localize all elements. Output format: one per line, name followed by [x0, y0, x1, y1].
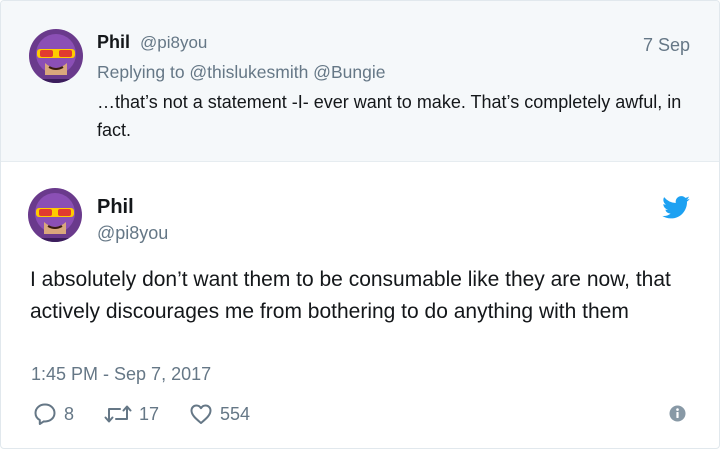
parent-tweet[interactable]: Phil @pi8you 7 Sep Replying to @thisluke…: [1, 1, 719, 162]
tweet-embed-card: Phil @pi8you 7 Sep Replying to @thisluke…: [0, 0, 720, 449]
retweet-count: 17: [139, 403, 160, 424]
reply-count: 8: [64, 403, 75, 424]
retweet-icon: [104, 405, 132, 423]
avatar[interactable]: [29, 29, 83, 83]
reply-button[interactable]: 8: [32, 399, 74, 429]
author-handle[interactable]: @pi8you: [97, 223, 168, 244]
tweet-date[interactable]: 7 Sep: [643, 35, 690, 56]
info-icon[interactable]: [669, 405, 686, 422]
heart-icon: [190, 404, 212, 424]
retweet-button[interactable]: 17: [103, 399, 159, 429]
tweet-timestamp[interactable]: 1:45 PM - Sep 7, 2017: [31, 364, 211, 385]
twitter-bird-icon[interactable]: [662, 196, 690, 219]
reply-context[interactable]: Replying to @thislukesmith @Bungie: [97, 62, 385, 83]
avatar[interactable]: [28, 188, 82, 242]
author-name[interactable]: Phil: [97, 196, 134, 219]
author-name[interactable]: Phil: [97, 32, 130, 53]
tweet-text: I absolutely don’t want them to be consu…: [30, 268, 671, 323]
like-count: 554: [220, 403, 251, 424]
like-button[interactable]: 554: [188, 399, 250, 429]
tweet-text: …that’s not a statement -I- ever want to…: [97, 92, 682, 140]
author-handle[interactable]: @pi8you: [140, 33, 207, 53]
reply-icon: [34, 403, 56, 425]
